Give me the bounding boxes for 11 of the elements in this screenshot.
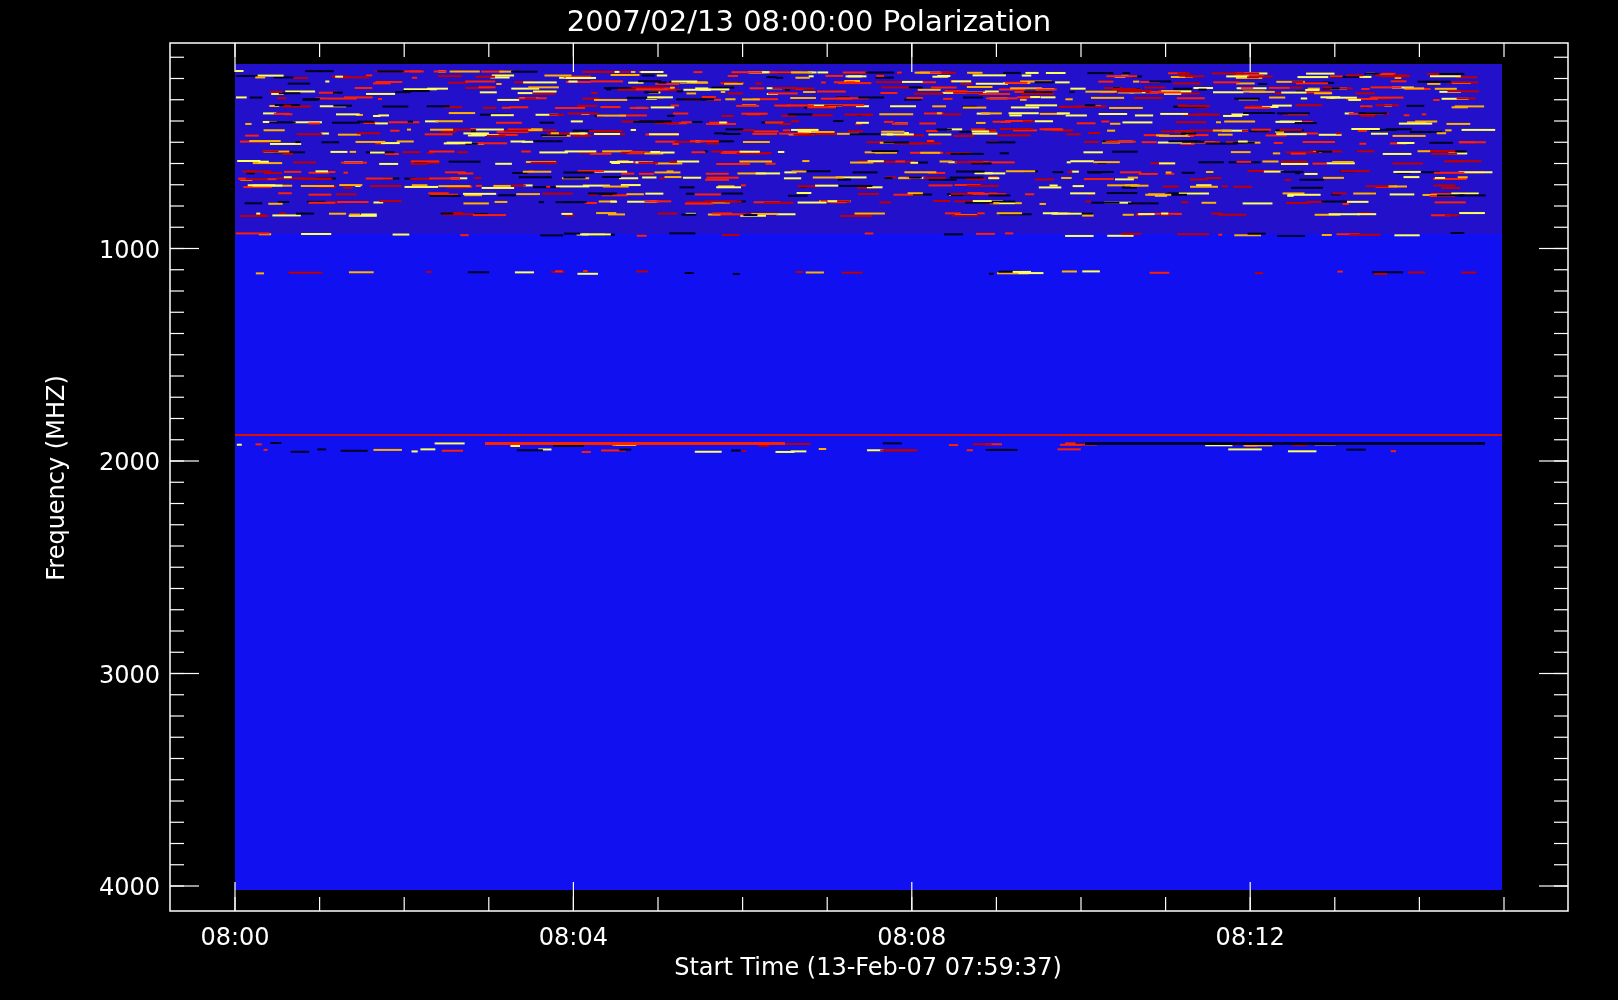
y-tick-label: 1000 [98, 235, 160, 264]
y-tick-label: 3000 [98, 660, 160, 689]
plot-title: 2007/02/13 08:00:00 Polarization [566, 4, 1052, 38]
y-axis-label: Frequency (MHZ) [42, 375, 70, 581]
y-tick-label: 4000 [98, 873, 160, 901]
x-tick-label: 08:12 [1215, 923, 1285, 951]
x-tick-label: 08:04 [538, 923, 608, 951]
x-tick-label: 08:08 [877, 923, 947, 951]
x-axis-label: Start Time (13-Feb-07 07:59:37) [674, 953, 1062, 981]
x-tick-label: 08:00 [200, 923, 270, 951]
y-tick-label: 2000 [98, 448, 160, 476]
